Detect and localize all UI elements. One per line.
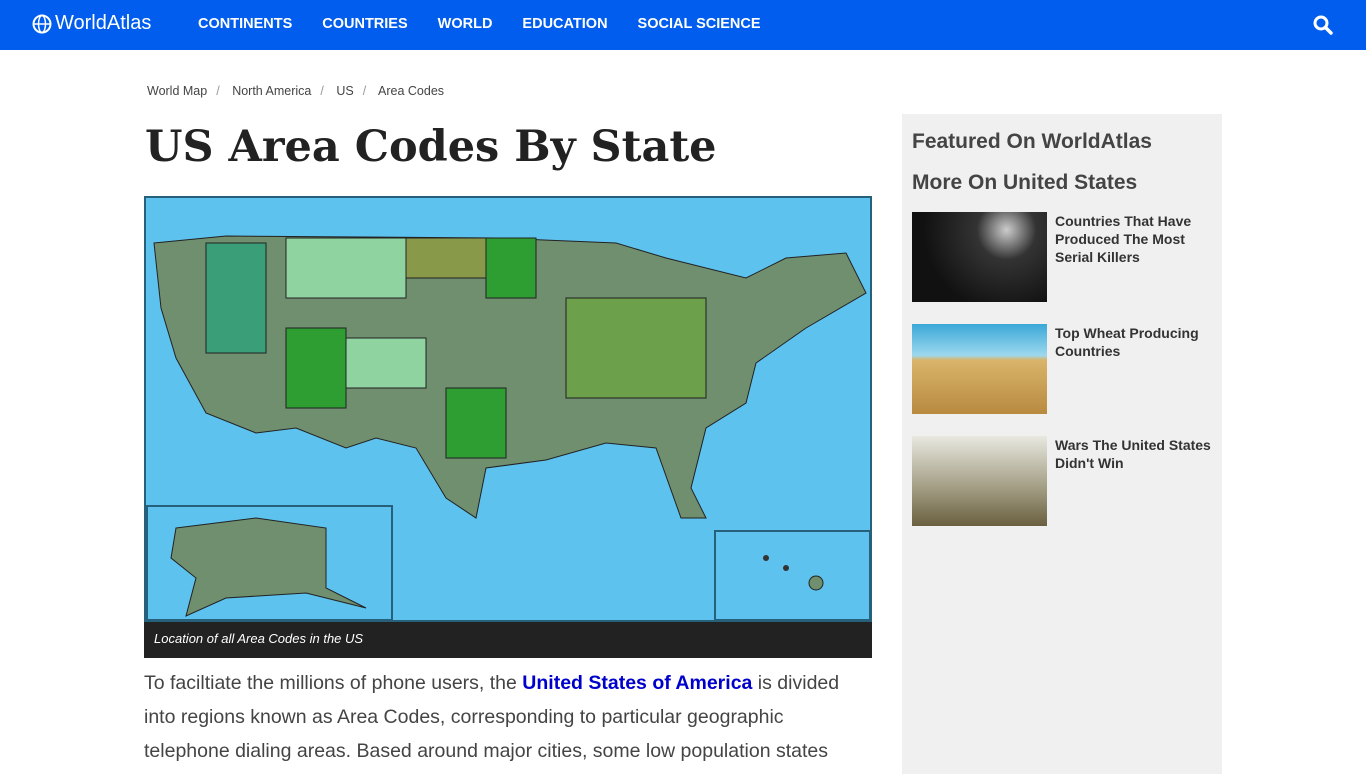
- breadcrumb-area-codes[interactable]: Area Codes: [378, 84, 444, 98]
- sidebar-card[interactable]: Wars The United States Didn't Win: [912, 436, 1212, 526]
- nav-social-science[interactable]: SOCIAL SCIENCE: [638, 16, 761, 32]
- page-title: US Area Codes By State: [145, 122, 717, 172]
- usa-link[interactable]: United States of America: [522, 672, 752, 694]
- sidebar-card[interactable]: Top Wheat Producing Countries: [912, 324, 1212, 414]
- map-caption: Location of all Area Codes in the US: [144, 622, 872, 658]
- featured-heading: Featured On WorldAtlas: [912, 130, 1152, 153]
- nav-education[interactable]: EDUCATION: [522, 16, 607, 32]
- area-code-map-image: [144, 196, 872, 622]
- logo-text: WorldAtlas: [55, 12, 152, 34]
- search-icon[interactable]: [1313, 15, 1333, 35]
- sidebar: Featured On WorldAtlas More On United St…: [902, 114, 1222, 774]
- nav-continents[interactable]: CONTINENTS: [198, 16, 292, 32]
- card-title[interactable]: Countries That Have Produced The Most Se…: [1055, 212, 1215, 266]
- article-paragraph: To faciltiate the millions of phone user…: [144, 666, 874, 768]
- card-title[interactable]: Top Wheat Producing Countries: [1055, 324, 1215, 360]
- globe-icon: [32, 14, 52, 33]
- paragraph-text: To faciltiate the millions of phone user…: [144, 672, 523, 694]
- breadcrumb-us[interactable]: US: [336, 84, 353, 98]
- sidebar-card[interactable]: Countries That Have Produced The Most Se…: [912, 212, 1212, 302]
- nav-countries[interactable]: COUNTRIES: [322, 16, 407, 32]
- logo[interactable]: WorldAtlas: [32, 12, 151, 35]
- breadcrumb: World Map / North America / US / Area Codes: [147, 84, 445, 98]
- thumbnail-wheat: [912, 324, 1047, 414]
- breadcrumb-north-america[interactable]: North America: [232, 84, 311, 98]
- thumbnail-soldiers: [912, 436, 1047, 526]
- thumbnail-serial-killers: [912, 212, 1047, 302]
- card-title[interactable]: Wars The United States Didn't Win: [1055, 436, 1215, 472]
- more-heading: More On United States: [912, 171, 1138, 194]
- breadcrumb-world-map[interactable]: World Map: [147, 84, 207, 98]
- top-nav: WorldAtlas CONTINENTS COUNTRIES WORLD ED…: [0, 0, 1366, 50]
- nav-world[interactable]: WORLD: [438, 16, 493, 32]
